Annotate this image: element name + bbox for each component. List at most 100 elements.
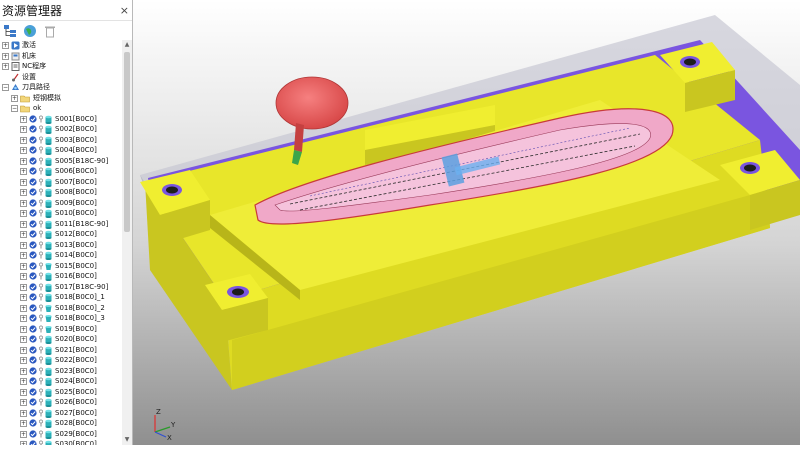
expand-icon[interactable]: + <box>20 252 27 259</box>
tree-view-button[interactable] <box>2 23 18 39</box>
expand-icon[interactable]: + <box>20 157 27 165</box>
tree-item-label: S020[B0C0] <box>55 335 97 343</box>
toolpath-item[interactable]: + S003[B0C0] <box>0 135 122 146</box>
toolpath-item[interactable]: + S018[B0C0]_3 <box>0 313 122 324</box>
toolpath-item[interactable]: + S018[B0C0]_2 <box>0 303 122 314</box>
toolpath-item[interactable]: + S018[B0C0]_1 <box>0 292 122 303</box>
toolpath-item[interactable]: + S006[B0C0] <box>0 166 122 177</box>
expand-icon[interactable]: + <box>2 52 9 60</box>
tree-item-label: S016[B0C0] <box>55 272 97 280</box>
expand-icon[interactable]: + <box>20 283 27 291</box>
tree-item-label: S001[B0C0] <box>55 114 97 123</box>
toolpath-item[interactable]: + S021[B0C0] <box>0 345 122 356</box>
toolpath-item[interactable]: + S019[B0C0] <box>0 324 122 335</box>
expand-icon[interactable]: + <box>20 210 27 217</box>
tree-item-top[interactable]: + NC程序 <box>0 61 122 72</box>
toolpath-item[interactable]: + S008[B0C0] <box>0 187 122 198</box>
toolpath-item[interactable]: + S009[B0C0] <box>0 198 122 209</box>
toolpath-item[interactable]: + S028[B0C0] <box>0 418 122 429</box>
expand-icon[interactable]: + <box>20 409 27 417</box>
axis-y-label: Y <box>170 421 176 429</box>
expand-icon[interactable]: + <box>20 178 27 186</box>
toolpath-item[interactable]: + S004[B0C0] <box>0 145 122 156</box>
expand-icon[interactable]: + <box>20 241 27 249</box>
expand-icon[interactable]: + <box>20 273 27 280</box>
toolpath-item[interactable]: + S015[B0C0] <box>0 261 122 272</box>
expand-icon[interactable]: + <box>20 336 27 343</box>
explorer-panel: 资源管理器 × + 激活 + 机床 + NC程序 设置 − 刀具路径 + 短钢模拟 − ok + S001[… <box>0 0 133 445</box>
expand-icon[interactable]: + <box>20 199 27 207</box>
tree-item-toolpaths-root[interactable]: − 刀具路径 <box>0 82 122 93</box>
expand-icon[interactable]: + <box>20 367 27 375</box>
expand-icon[interactable]: + <box>20 220 27 228</box>
tree-item-label: S026[B0C0] <box>55 398 97 406</box>
tree-item-label: ok <box>33 104 42 112</box>
cylinder-icon <box>44 440 53 445</box>
expand-icon[interactable]: + <box>20 357 27 364</box>
collapse-icon[interactable]: − <box>11 105 18 112</box>
toolpath-item[interactable]: + S016[B0C0] <box>0 271 122 282</box>
toolpath-item[interactable]: + S017[B18C-90] <box>0 282 122 293</box>
expand-icon[interactable]: + <box>20 136 27 144</box>
expand-icon[interactable]: + <box>20 147 27 154</box>
close-icon[interactable]: × <box>120 4 129 17</box>
toolpath-item[interactable]: + S026[B0C0] <box>0 397 122 408</box>
expand-icon[interactable]: + <box>20 168 27 175</box>
expand-icon[interactable]: + <box>20 430 27 438</box>
expand-icon[interactable]: + <box>2 63 9 70</box>
tree-item-folder[interactable]: + 短钢模拟 <box>0 93 122 104</box>
toolpath-item[interactable]: + S013[B0C0] <box>0 240 122 251</box>
expand-icon[interactable]: + <box>20 294 27 301</box>
toolpath-item[interactable]: + S022[B0C0] <box>0 355 122 366</box>
expand-icon[interactable]: + <box>20 304 27 312</box>
viewport-canvas[interactable]: Z Y X <box>133 0 800 445</box>
expand-icon[interactable]: + <box>20 441 27 445</box>
toolpath-item[interactable]: + S024[B0C0] <box>0 376 122 387</box>
expand-icon[interactable]: + <box>20 378 27 385</box>
globe-button[interactable] <box>22 23 38 39</box>
tree-item-top[interactable]: + 机床 <box>0 51 122 62</box>
delete-button[interactable] <box>42 23 58 39</box>
tree-item-top[interactable]: + 激活 <box>0 40 122 51</box>
toolpath-item[interactable]: + S012[B0C0] <box>0 229 122 240</box>
toolpath-item[interactable]: + S020[B0C0] <box>0 334 122 345</box>
expand-icon[interactable]: + <box>20 399 27 406</box>
toolpath-item[interactable]: + S002[B0C0] <box>0 124 122 135</box>
expand-icon[interactable]: + <box>20 420 27 427</box>
collapse-icon[interactable]: − <box>2 84 9 91</box>
toolpath-item[interactable]: + S011[B18C-90] <box>0 219 122 230</box>
explorer-scrollbar[interactable]: ▲ ▼ <box>122 40 132 445</box>
axis-z-label: Z <box>156 408 161 416</box>
toolpath-item[interactable]: + S007[B0C0] <box>0 177 122 188</box>
tree-item-top[interactable]: 设置 <box>0 72 122 83</box>
toolpath-item[interactable]: + S014[B0C0] <box>0 250 122 261</box>
tree-item-label: S007[B0C0] <box>55 177 97 186</box>
scroll-down-icon[interactable]: ▼ <box>122 435 132 445</box>
scroll-up-icon[interactable]: ▲ <box>122 40 132 50</box>
expand-icon[interactable]: + <box>20 231 27 238</box>
expand-icon[interactable]: + <box>20 315 27 322</box>
tree-item-label: S021[B0C0] <box>55 345 97 354</box>
expand-icon[interactable]: + <box>20 262 27 270</box>
expand-icon[interactable]: + <box>20 126 27 133</box>
toolpath-item[interactable]: + S030[B0C0] <box>0 439 122 445</box>
expand-icon[interactable]: + <box>20 115 27 123</box>
tree-item-label: 短钢模拟 <box>33 93 61 102</box>
toolpath-item[interactable]: + S010[B0C0] <box>0 208 122 219</box>
tree-item-folder[interactable]: − ok <box>0 103 122 114</box>
toolpath-item[interactable]: + S023[B0C0] <box>0 366 122 377</box>
expand-icon[interactable]: + <box>20 189 27 196</box>
expand-icon[interactable]: + <box>20 325 27 333</box>
expand-icon[interactable]: + <box>20 388 27 396</box>
toolpath-item[interactable]: + S005[B18C-90] <box>0 156 122 167</box>
toolpath-item[interactable]: + S029[B0C0] <box>0 429 122 440</box>
expand-icon[interactable]: + <box>11 94 18 102</box>
toolpath-item[interactable]: + S027[B0C0] <box>0 408 122 419</box>
expand-icon[interactable]: + <box>20 346 27 354</box>
check-icon[interactable] <box>29 440 37 445</box>
3d-viewport[interactable]: Z Y X <box>133 0 800 445</box>
toolpath-item[interactable]: + S001[B0C0] <box>0 114 122 125</box>
expand-icon[interactable]: + <box>2 42 9 49</box>
toolpath-item[interactable]: + S025[B0C0] <box>0 387 122 398</box>
scroll-thumb[interactable] <box>124 52 130 232</box>
